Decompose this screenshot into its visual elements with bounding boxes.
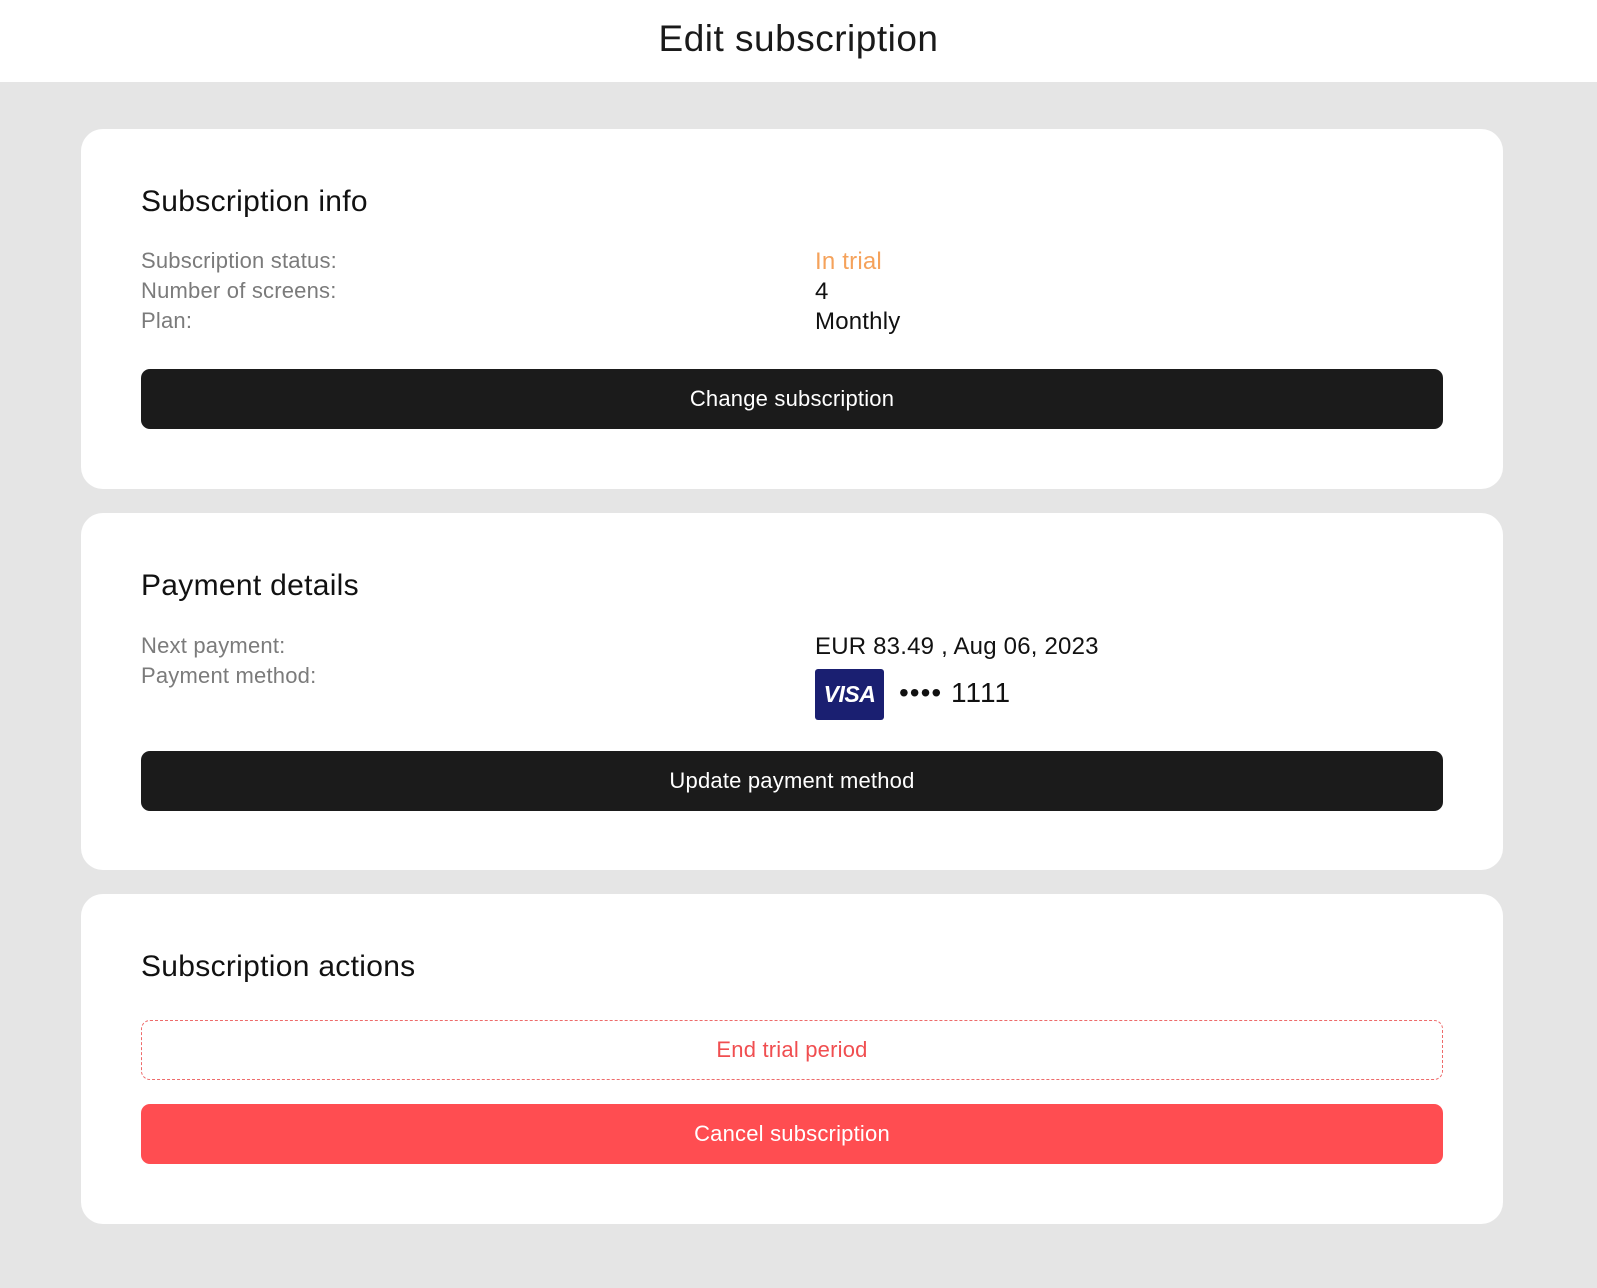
subscription-status-row: Subscription status: In trial [141,248,1443,278]
payment-details-card: Payment details Next payment: EUR 83.49 … [81,513,1503,870]
plan-label: Plan: [141,308,193,333]
end-trial-period-button[interactable]: End trial period [141,1020,1443,1080]
number-of-screens-row: Number of screens: 4 [141,278,1443,308]
next-payment-label: Next payment: [141,633,286,658]
visa-card-icon: VISA [815,669,884,720]
subscription-status-label: Subscription status: [141,248,337,273]
subscription-info-title: Subscription info [141,185,368,218]
card-number-masked: •••• 1111 [899,677,1012,708]
plan-value: Monthly [815,308,901,335]
cancel-subscription-button[interactable]: Cancel subscription [141,1104,1443,1164]
next-payment-row: Next payment: EUR 83.49 , Aug 06, 2023 [141,633,1443,663]
next-payment-value: EUR 83.49 , Aug 06, 2023 [815,633,1099,660]
number-of-screens-label: Number of screens: [141,278,337,303]
subscription-actions-title: Subscription actions [141,950,416,983]
subscription-actions-card: Subscription actions End trial period Ca… [81,894,1503,1224]
subscription-status-value: In trial [815,248,882,275]
payment-method-row: Payment method: [141,663,1443,693]
update-payment-method-button[interactable]: Update payment method [141,751,1443,811]
change-subscription-button[interactable]: Change subscription [141,369,1443,429]
payment-method-label: Payment method: [141,663,317,688]
number-of-screens-value: 4 [815,278,829,305]
payment-details-title: Payment details [141,569,359,602]
subscription-info-card: Subscription info Subscription status: I… [81,129,1503,489]
top-bar: Edit subscription [0,0,1597,82]
page-title: Edit subscription [658,18,939,59]
payment-method-display: VISA •••• 1111 [815,669,1215,720]
plan-row: Plan: Monthly [141,308,1443,338]
